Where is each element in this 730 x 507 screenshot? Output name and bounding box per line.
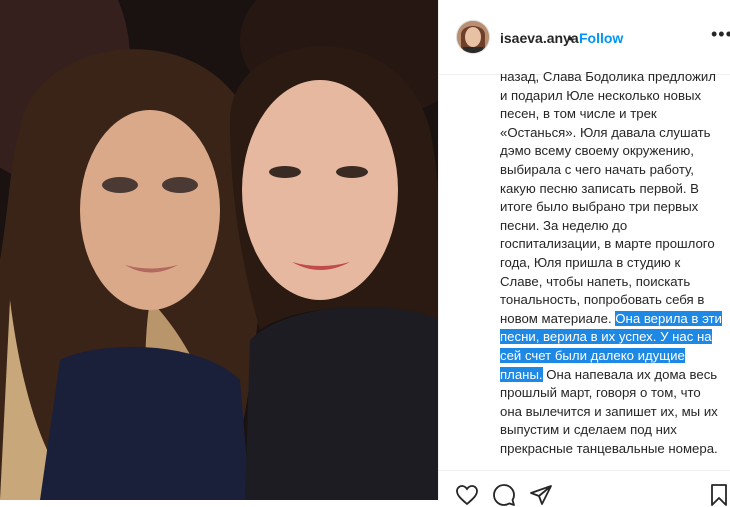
more-options-icon[interactable]: ••• [711, 24, 730, 45]
post-caption: назад, Слава Бодолика предложил и подари… [500, 68, 724, 465]
heart-icon[interactable] [455, 483, 479, 507]
username-link[interactable]: isaeva.anya [500, 30, 579, 46]
post-photo-image [0, 0, 438, 500]
bookmark-icon[interactable] [707, 483, 730, 507]
post-actions-bar [439, 470, 730, 506]
post-header: isaeva.anya • Follow ••• [439, 0, 730, 75]
comment-icon[interactable] [492, 483, 516, 507]
post-sidebar: isaeva.anya • Follow ••• назад, Слава Бо… [438, 0, 730, 506]
caption-text-before: назад, Слава Бодолика предложил и подари… [500, 69, 716, 326]
post-photo[interactable] [0, 0, 438, 500]
separator-dot: • [568, 30, 573, 46]
caption-text: назад, Слава Бодолика предложил и подари… [500, 68, 724, 458]
avatar[interactable] [456, 20, 490, 54]
avatar-image [457, 21, 489, 53]
follow-button[interactable]: Follow [579, 30, 623, 46]
share-icon[interactable] [529, 483, 553, 507]
